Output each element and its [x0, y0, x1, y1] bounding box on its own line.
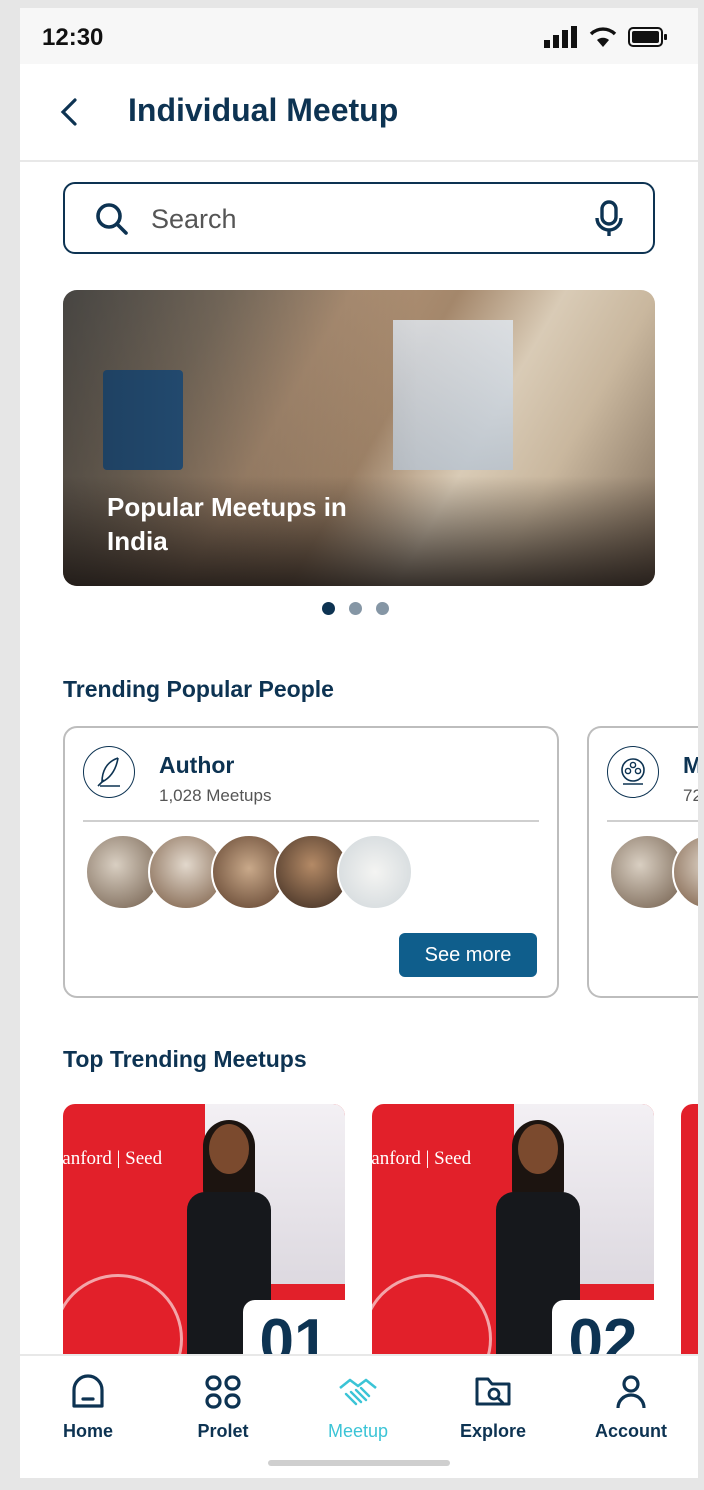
- nav-label: Home: [62, 1421, 113, 1441]
- film-reel-icon: [607, 746, 659, 798]
- app-screen: 12:30 Individual Meetup Search Popular M…: [20, 8, 698, 1478]
- nav-label: Prolet: [197, 1421, 249, 1441]
- brand-text: tanford | Seed: [372, 1148, 472, 1169]
- person-icon: [616, 1375, 646, 1409]
- meetup-card-3[interactable]: [681, 1104, 698, 1364]
- folder-search-icon: [475, 1377, 511, 1406]
- nav-label: Meetup: [327, 1421, 389, 1441]
- chevron-left-icon: [60, 98, 77, 126]
- search-icon: [96, 203, 128, 235]
- carousel-dot[interactable]: [376, 602, 389, 615]
- carousel-dot[interactable]: [349, 602, 362, 615]
- banner-title: Popular Meetups in India: [107, 492, 347, 556]
- category-meetup-count: 1,028 Meetups: [159, 786, 272, 805]
- brand-text: tanford | Seed: [63, 1148, 163, 1169]
- nav-label: Explore: [459, 1421, 527, 1441]
- avatar[interactable]: [672, 834, 698, 910]
- avatar-stack: [609, 834, 698, 910]
- nav-item-account[interactable]: Account: [576, 1374, 686, 1442]
- nav-item-home[interactable]: Home: [33, 1374, 143, 1442]
- divider: [83, 820, 539, 822]
- category-name: M: [683, 752, 698, 778]
- avatar-stack: [85, 834, 413, 910]
- home-icon: [72, 1374, 104, 1408]
- nav-item-prolet[interactable]: Prolet: [168, 1374, 278, 1442]
- back-button[interactable]: [54, 92, 84, 132]
- category-meetup-count: 72: [683, 786, 698, 805]
- battery-icon: [628, 27, 667, 47]
- status-bar: 12:30: [20, 8, 698, 64]
- search-placeholder: Search: [151, 204, 237, 234]
- university-seal: [372, 1274, 492, 1364]
- status-time: 12:30: [42, 24, 104, 51]
- banner-carousel[interactable]: Popular Meetups in India: [63, 290, 655, 586]
- handshake-icon: [339, 1378, 377, 1406]
- search-input[interactable]: Search: [63, 182, 655, 254]
- category-name: Author: [159, 752, 235, 778]
- avatar[interactable]: [337, 834, 413, 910]
- meetup-card-1[interactable]: tanford | Seed 01: [63, 1104, 345, 1364]
- microphone-icon[interactable]: [595, 200, 623, 238]
- grid-icon: [205, 1375, 241, 1409]
- carousel-dots: [322, 602, 389, 615]
- status-icons: [544, 26, 668, 48]
- section-title-trending-people: Trending Popular People: [63, 676, 334, 702]
- nav-item-meetup[interactable]: Meetup: [303, 1374, 413, 1442]
- home-indicator: [268, 1460, 450, 1466]
- nav-item-explore[interactable]: Explore: [438, 1374, 548, 1442]
- signal-icon: [544, 26, 577, 48]
- page-title: Individual Meetup: [128, 92, 399, 128]
- divider: [607, 820, 698, 822]
- top-bar: Individual Meetup: [20, 64, 698, 162]
- see-more-button[interactable]: See more: [399, 933, 537, 977]
- feather-quill-icon: [83, 746, 135, 798]
- section-title-top-meetups: Top Trending Meetups: [63, 1046, 307, 1072]
- carousel-dot-active[interactable]: [322, 602, 335, 615]
- category-card-second[interactable]: M 72: [587, 726, 698, 998]
- category-card-author[interactable]: Author 1,028 Meetups See more: [63, 726, 559, 998]
- university-seal: [63, 1274, 183, 1364]
- wifi-icon: [589, 27, 617, 47]
- nav-label: Account: [595, 1421, 667, 1441]
- meetup-card-2[interactable]: tanford | Seed 02: [372, 1104, 654, 1364]
